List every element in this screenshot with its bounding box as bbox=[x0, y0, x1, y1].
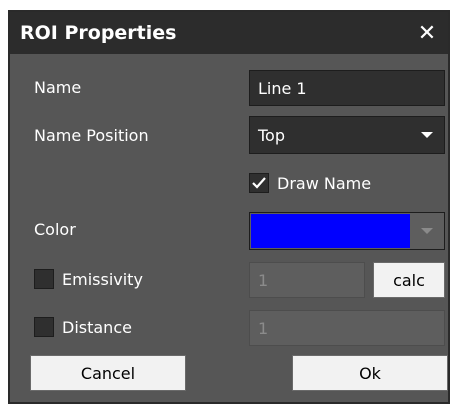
title-bar: ROI Properties ✕ bbox=[10, 12, 448, 54]
ok-button[interactable]: Ok bbox=[292, 355, 448, 391]
name-field[interactable]: Line 1 bbox=[249, 70, 445, 106]
color-dropdown[interactable] bbox=[249, 212, 445, 250]
cancel-button[interactable]: Cancel bbox=[30, 355, 186, 391]
checkmark-icon bbox=[252, 177, 266, 189]
name-value: Line 1 bbox=[258, 78, 307, 98]
distance-label[interactable]: Distance bbox=[62, 318, 132, 337]
close-icon[interactable]: ✕ bbox=[412, 18, 442, 48]
roi-properties-dialog: ROI Properties ✕ Name Line 1 Name Positi… bbox=[8, 10, 450, 404]
emissivity-field[interactable]: 1 bbox=[249, 262, 365, 298]
chevron-down-icon[interactable] bbox=[410, 213, 444, 249]
name-position-value: Top bbox=[258, 125, 285, 145]
distance-checkbox[interactable] bbox=[34, 317, 54, 337]
distance-field[interactable]: 1 bbox=[249, 310, 445, 346]
name-position-dropdown[interactable]: Top bbox=[249, 116, 445, 154]
color-swatch bbox=[251, 214, 410, 248]
name-position-label: Name Position bbox=[34, 126, 149, 145]
color-label: Color bbox=[34, 220, 76, 239]
distance-value: 1 bbox=[258, 318, 269, 338]
draw-name-label[interactable]: Draw Name bbox=[277, 174, 371, 193]
draw-name-checkbox[interactable] bbox=[249, 173, 269, 193]
dialog-title: ROI Properties bbox=[20, 22, 177, 44]
name-label: Name bbox=[34, 78, 82, 97]
emissivity-label[interactable]: Emissivity bbox=[62, 270, 143, 289]
chevron-down-icon[interactable] bbox=[410, 117, 444, 153]
calc-button[interactable]: calc bbox=[373, 262, 445, 298]
emissivity-checkbox[interactable] bbox=[34, 269, 54, 289]
emissivity-value: 1 bbox=[258, 270, 269, 290]
